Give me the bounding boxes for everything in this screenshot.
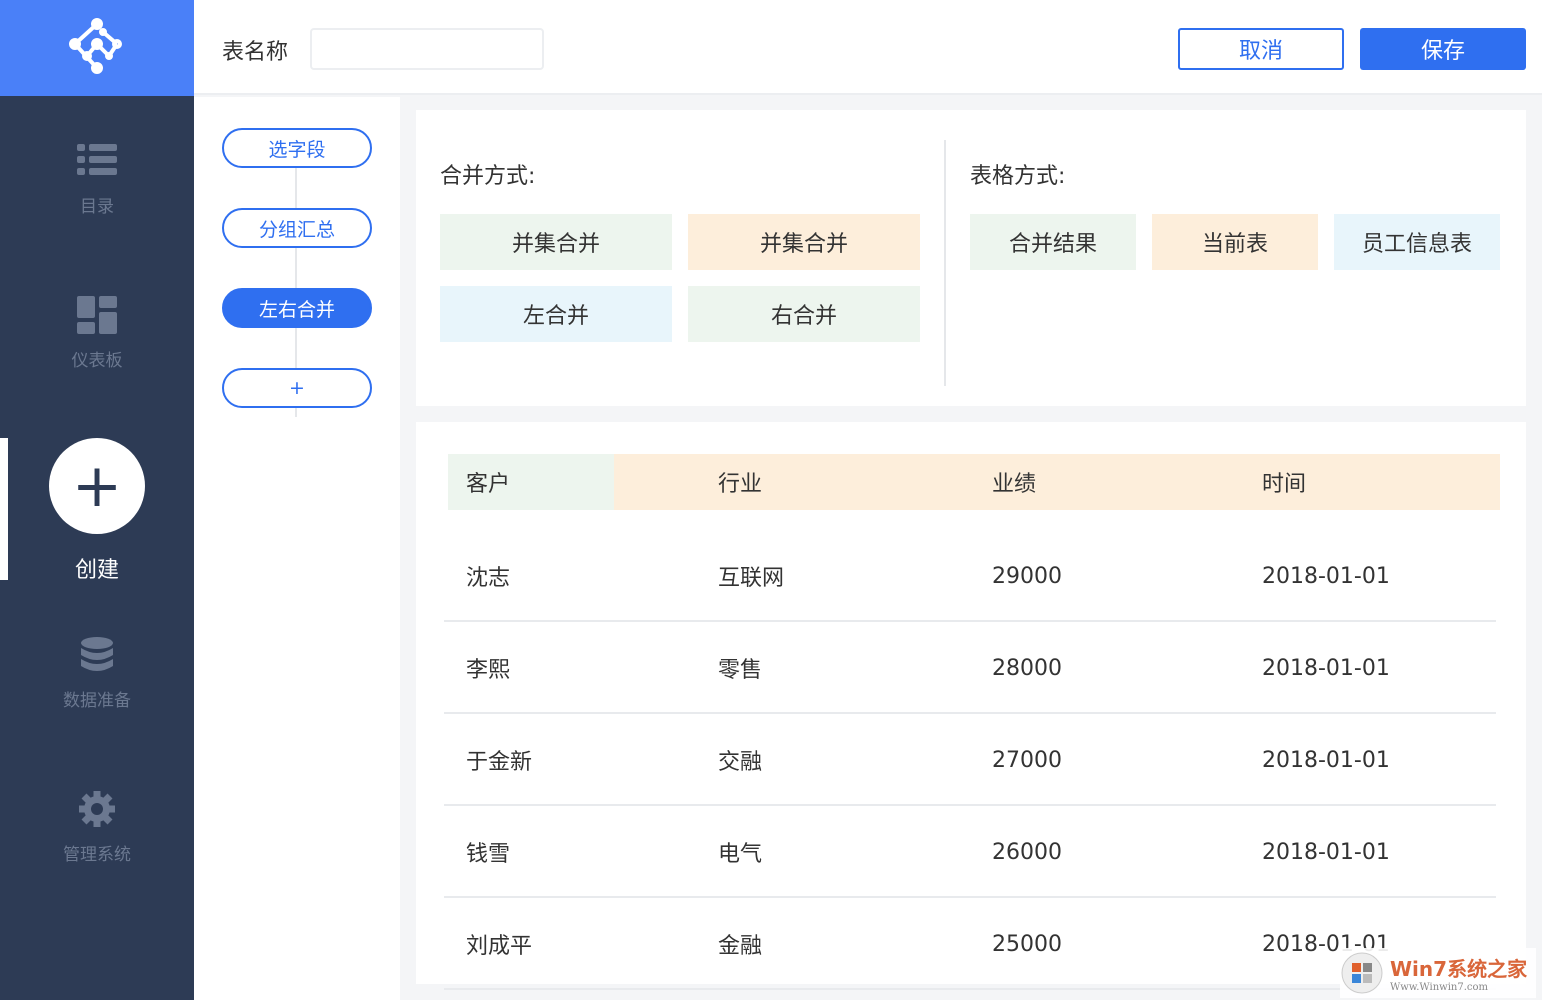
sidebar-label: 管理系统 xyxy=(63,845,131,865)
table-cell: 25000 xyxy=(992,898,1062,990)
table-row[interactable]: 沈志 互联网 29000 2018-01-01 xyxy=(444,530,1496,622)
merge-settings-card: 合并方式: 并集合并 并集合并 左合并 右合并 表格方式: 合并结果 当前表 员… xyxy=(416,110,1526,406)
column-header: 行业 xyxy=(718,454,762,510)
merge-option-union-2[interactable]: 并集合并 xyxy=(688,214,920,270)
table-cell: 26000 xyxy=(992,806,1062,898)
sidebar-item-admin[interactable]: 管理系统 xyxy=(0,790,194,865)
table-name-label: 表名称 xyxy=(222,34,288,66)
sidebar-item-dashboard[interactable]: 仪表板 xyxy=(0,296,194,371)
top-bar: 表名称 取消 保存 xyxy=(194,0,1542,95)
watermark: Win7系统之家Www.Winwin7.com xyxy=(1340,948,1536,998)
table-cell: 于金新 xyxy=(466,714,532,806)
table-cell: 电气 xyxy=(718,806,762,898)
dashboard-icon xyxy=(77,296,117,334)
table-cell: 2018-01-01 xyxy=(1262,714,1390,806)
column-header: 客户 xyxy=(448,454,614,510)
column-header: 业绩 xyxy=(992,454,1036,510)
sidebar-label: 仪表板 xyxy=(72,351,123,371)
divider xyxy=(944,140,946,386)
cancel-button[interactable]: 取消 xyxy=(1178,28,1344,70)
save-button[interactable]: 保存 xyxy=(1360,28,1526,70)
table-cell: 刘成平 xyxy=(466,898,532,990)
logo-icon xyxy=(65,16,129,80)
column-header: 时间 xyxy=(1262,454,1306,510)
sidebar-label: 创建 xyxy=(75,558,119,583)
table-row[interactable]: 刘成平金融250002018-01-01 xyxy=(444,898,1496,990)
table-cell: 李熙 xyxy=(466,622,510,714)
list-icon xyxy=(77,142,117,180)
step-select-fields[interactable]: 选字段 xyxy=(222,128,372,168)
watermark-url: Www.Winwin7.com xyxy=(1390,982,1527,993)
table-cell: 零售 xyxy=(718,622,762,714)
database-icon xyxy=(77,636,117,674)
sidebar-item-create[interactable]: + 创建 xyxy=(0,438,194,584)
table-option-employee[interactable]: 员工信息表 xyxy=(1334,214,1500,270)
table-cell: 钱雪 xyxy=(466,806,510,898)
table-cell: 金融 xyxy=(718,898,762,990)
table-cell: 2018-01-01 xyxy=(1262,530,1390,622)
sidebar-label: 数据准备 xyxy=(63,691,131,711)
merge-mode-title: 合并方式: xyxy=(440,158,535,190)
table-name-input[interactable] xyxy=(310,28,544,70)
table-cell: 2018-01-01 xyxy=(1262,622,1390,714)
table-cell: 28000 xyxy=(992,622,1062,714)
merge-option-left[interactable]: 左合并 xyxy=(440,286,672,342)
merge-option-union[interactable]: 并集合并 xyxy=(440,214,672,270)
table-cell: 互联网 xyxy=(718,530,784,622)
table-row[interactable]: 于金新 交融 27000 2018-01-01 xyxy=(444,714,1496,806)
sidebar: 目录 仪表板 + 创建 数据准备 管理系统 xyxy=(0,0,194,1000)
step-group-summary[interactable]: 分组汇总 xyxy=(222,208,372,248)
table-row[interactable]: 钱雪 电气 26000 2018-01-01 xyxy=(444,806,1496,898)
table-cell: 交融 xyxy=(718,714,762,806)
sidebar-item-catalog[interactable]: 目录 xyxy=(0,142,194,217)
windows-logo-icon xyxy=(1340,951,1384,995)
watermark-brand: Win7系统之家 xyxy=(1390,957,1527,981)
merge-option-right[interactable]: 右合并 xyxy=(688,286,920,342)
table-option-merge-result[interactable]: 合并结果 xyxy=(970,214,1136,270)
add-step-button[interactable]: + xyxy=(222,368,372,408)
step-panel: 选字段 分组汇总 左右合并 + xyxy=(194,97,400,1000)
table-cell: 2018-01-01 xyxy=(1262,806,1390,898)
sidebar-item-data-prep[interactable]: 数据准备 xyxy=(0,636,194,711)
table-row[interactable]: 李熙 零售 28000 2018-01-01 xyxy=(444,622,1496,714)
table-mode-title: 表格方式: xyxy=(970,158,1065,190)
result-table: 客户 行业 业绩 时间 沈志 互联网 29000 2018-01-01 李熙 零售 2800… xyxy=(416,422,1526,984)
table-cell: 27000 xyxy=(992,714,1062,806)
table-cell: 29000 xyxy=(992,530,1062,622)
sidebar-label: 目录 xyxy=(80,197,114,217)
plus-icon: + xyxy=(49,438,145,534)
table-option-current[interactable]: 当前表 xyxy=(1152,214,1318,270)
step-lr-merge[interactable]: 左右合并 xyxy=(222,288,372,328)
app-logo[interactable] xyxy=(0,0,194,96)
gear-icon xyxy=(77,790,117,828)
table-cell: 沈志 xyxy=(466,530,510,622)
